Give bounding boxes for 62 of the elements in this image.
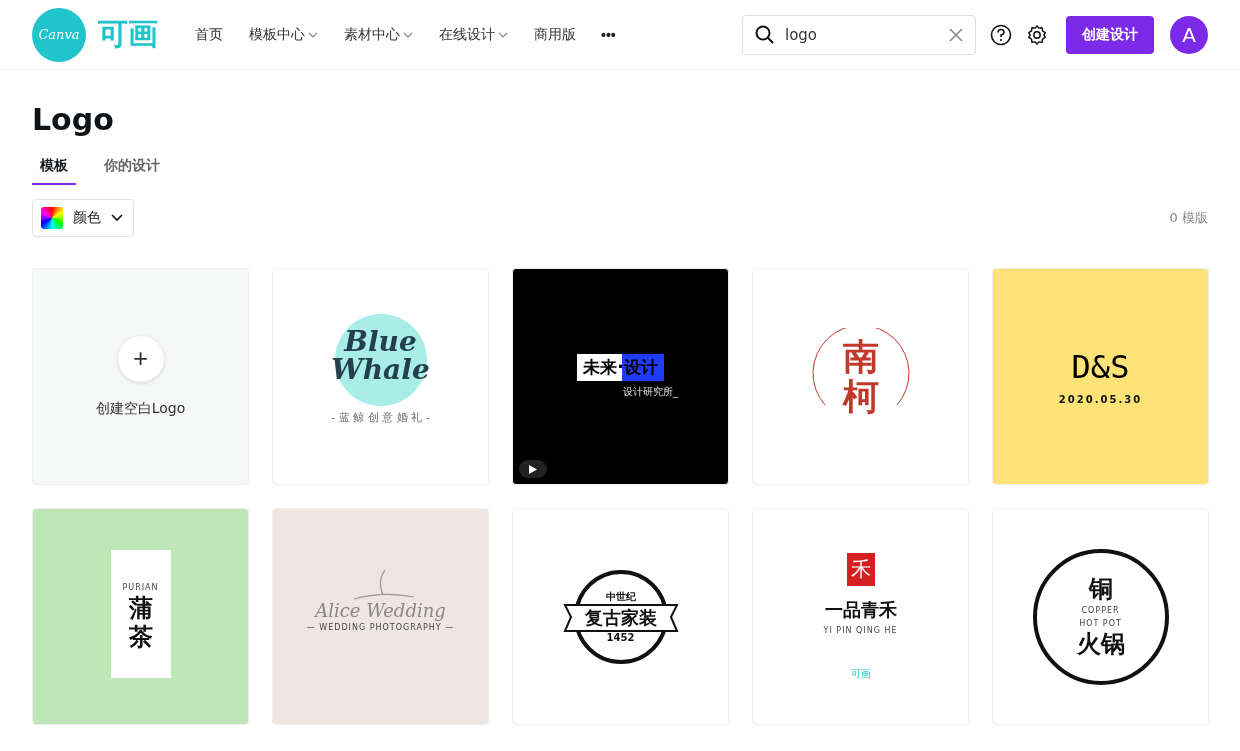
logo-text: COPPER (1081, 605, 1120, 615)
logo-text: 2020.05.30 (1058, 394, 1143, 405)
template-card[interactable]: Blue Whale - 蓝 鲸 创 意 婚 礼 - (272, 268, 489, 485)
nav-link[interactable]: 模板中心 (236, 25, 331, 44)
nav-link[interactable]: 商用版 (521, 25, 589, 44)
logo-text: 蒲 (128, 594, 153, 623)
settings-button[interactable] (1026, 23, 1048, 46)
tab[interactable]: 你的设计 (96, 153, 168, 185)
template-card[interactable]: D&S 2020.05.30 (992, 268, 1209, 485)
logo-text: 设计研究所_ (623, 385, 678, 399)
logo-text: 铜 (1088, 574, 1113, 604)
logo-text: PURIAN (122, 583, 159, 593)
logo-text: 柯 (842, 376, 879, 417)
logo-text: HOT POT (1079, 618, 1122, 628)
logo-text: 火锅 (1076, 629, 1125, 659)
create-design-button[interactable]: 创建设计 (1066, 15, 1154, 54)
nav-link[interactable]: 在线设计 (426, 25, 521, 44)
close-icon[interactable] (949, 27, 963, 42)
page-title: Logo (32, 102, 115, 137)
template-card[interactable]: 南 柯 (752, 268, 969, 485)
logo-text: 禾 (846, 552, 875, 586)
play-icon (529, 464, 537, 474)
card-label: 创建空白Logo (95, 399, 186, 418)
template-card[interactable]: 中世纪 复古家装 1452 (512, 508, 729, 725)
logo-text: 一品青禾 (824, 597, 897, 622)
chevron-down-icon (403, 31, 413, 38)
logo-text: D&S (1071, 348, 1130, 386)
template-card[interactable]: PURIAN 蒲 茶 (32, 508, 249, 725)
color-swatch-icon (41, 207, 63, 229)
tab[interactable]: 模板 (32, 153, 76, 185)
more-button[interactable]: ••• (595, 25, 622, 44)
search-icon (755, 24, 775, 45)
logo-text: Alice Wedding (315, 599, 446, 621)
nav-link[interactable]: 首页 (182, 25, 236, 44)
logo-text: - 蓝 鲸 创 意 婚 礼 - (331, 410, 430, 425)
logo-text: 可画 (850, 666, 871, 681)
logo-text: 南 (842, 336, 879, 377)
template-card[interactable]: 禾 一品青禾 YI PIN QING HE 可画 (752, 508, 969, 725)
logo-text: Whale (331, 356, 430, 384)
logo-text: 复古家装 (584, 606, 657, 630)
logo-text: — WEDDING PHOTOGRAPHY — (306, 622, 455, 632)
logo-text: 中世纪 (605, 590, 636, 604)
chevron-down-icon (498, 31, 508, 38)
avatar[interactable]: A (1170, 15, 1208, 54)
sprig-drawing (353, 569, 415, 601)
template-card[interactable]: 铜 COPPER HOT POT 火锅 (992, 508, 1209, 725)
play-button[interactable] (519, 460, 547, 478)
logo-text: 茶 (128, 623, 153, 652)
nav-link[interactable]: 素材中心 (331, 25, 426, 44)
template-count: 0 模版 (1169, 209, 1208, 227)
blank-logo-card[interactable]: + 创建空白Logo (32, 268, 249, 485)
logo-text: YI PIN QING HE (823, 625, 898, 635)
template-card[interactable]: Alice Wedding — WEDDING PHOTOGRAPHY — (272, 508, 489, 725)
plus-button[interactable]: + (117, 335, 164, 382)
color-filter-button[interactable]: 颜色 (32, 199, 134, 237)
help-button[interactable] (990, 23, 1012, 46)
logo-text: Blue (344, 328, 417, 356)
chevron-down-icon (111, 214, 123, 222)
brand-name: 可画 (98, 15, 158, 53)
logo-text: 1452 (606, 632, 635, 643)
chevron-down-icon (308, 31, 318, 38)
search-bar[interactable]: logo (742, 14, 976, 55)
